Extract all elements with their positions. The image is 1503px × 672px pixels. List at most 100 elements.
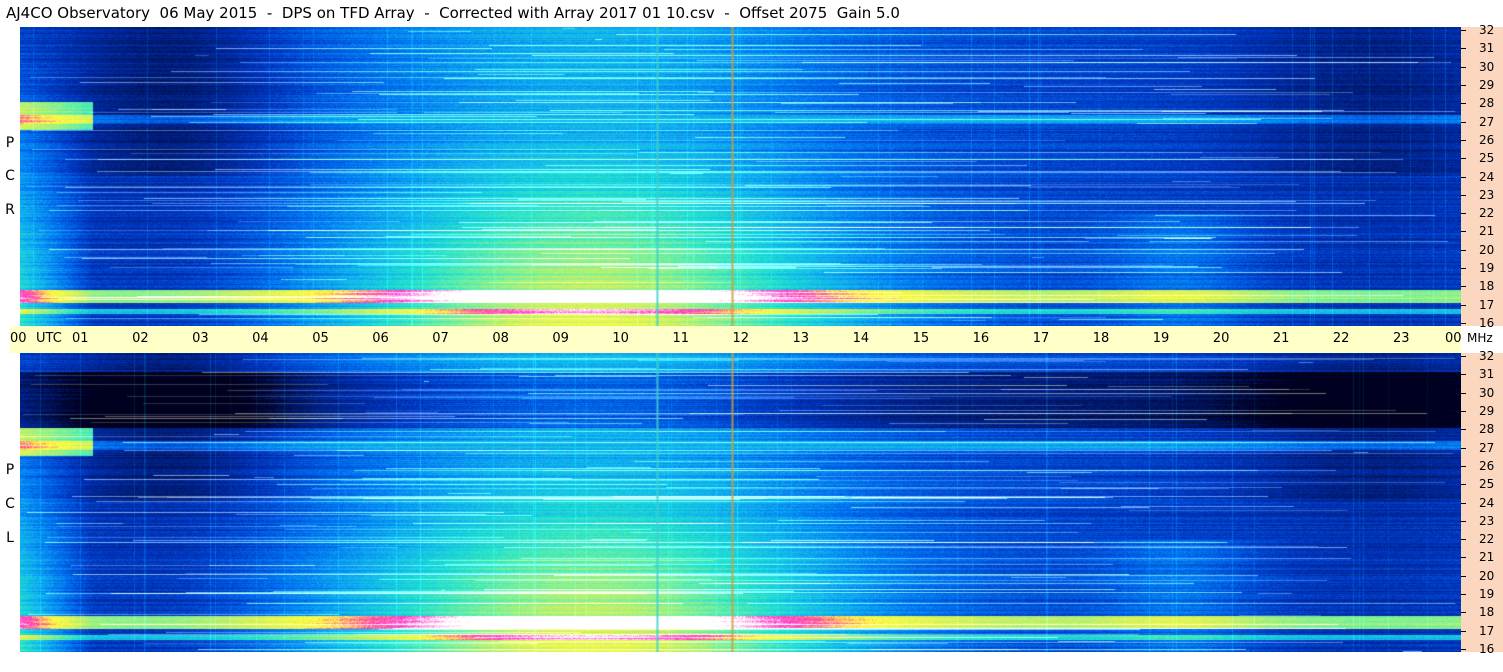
time-tick-label-20: 20 (1212, 331, 1230, 346)
freq-tick-rcp-17 (1461, 304, 1466, 306)
freq-tick-label-lcp-26: 26 (1479, 458, 1495, 473)
freq-tick-label-rcp-31: 31 (1479, 41, 1495, 56)
freq-tick-rcp-29 (1461, 84, 1466, 86)
freq-tick-lcp-30 (1461, 392, 1466, 394)
time-tick-label-1: 01 (72, 331, 89, 346)
freq-tick-label-lcp-23: 23 (1479, 513, 1495, 528)
freq-tick-rcp-26 (1461, 139, 1466, 141)
freq-tick-label-lcp-25: 25 (1479, 477, 1495, 492)
freq-tick-label-rcp-27: 27 (1479, 114, 1495, 129)
panel-label-lcp-c: C (5, 496, 15, 512)
time-tick-label-14: 14 (852, 331, 870, 346)
time-tick-label-17: 17 (1032, 331, 1050, 346)
freq-tick-label-rcp-18: 18 (1479, 279, 1495, 294)
panel-label-rcp-c: C (5, 168, 15, 184)
spectrogram-rcp-canvas (20, 27, 1461, 326)
time-tick-label-10: 10 (612, 331, 629, 346)
freq-tick-rcp-23 (1461, 194, 1466, 196)
freq-tick-label-lcp-28: 28 (1479, 422, 1495, 437)
time-tick-label-8: 08 (492, 331, 509, 346)
spectrogram-lcp-canvas (20, 353, 1461, 652)
freq-tick-rcp-25 (1461, 158, 1466, 160)
freq-tick-label-rcp-32: 32 (1479, 23, 1495, 37)
time-axis: 00 01 02 03 04 05 06 07 08 09 10 11 12 13 14 15 16 17 18 19… (10, 326, 1462, 353)
panel-label-rcp-r: R (5, 202, 15, 218)
freq-tick-rcp-22 (1461, 213, 1466, 215)
freq-tick-lcp-20 (1461, 575, 1466, 577)
panel-label-lcp-l: L (6, 530, 14, 546)
freq-tick-label-lcp-18: 18 (1479, 605, 1495, 620)
freq-tick-rcp-31 (1461, 48, 1466, 50)
time-tick-label-2: 02 (132, 331, 149, 346)
freq-tick-label-lcp-16: 16 (1479, 642, 1495, 656)
freq-tick-label-lcp-19: 19 (1479, 587, 1495, 602)
time-tick-label-18: 18 (1092, 331, 1110, 346)
freq-tick-label-lcp-31: 31 (1479, 367, 1495, 382)
freq-tick-lcp-29 (1461, 410, 1466, 412)
freq-tick-label-rcp-16: 16 (1479, 316, 1495, 330)
time-tick-label-11: 11 (672, 331, 689, 346)
freq-tick-label-lcp-27: 27 (1479, 440, 1495, 455)
freq-tick-lcp-25 (1461, 484, 1466, 486)
time-tick-label-3: 03 (192, 331, 209, 346)
freq-tick-label-rcp-21: 21 (1479, 224, 1495, 239)
time-tick-label-7: 07 (432, 331, 449, 346)
freq-tick-lcp-22 (1461, 539, 1466, 541)
freq-tick-label-lcp-17: 17 (1479, 623, 1495, 638)
freq-tick-rcp-18 (1461, 286, 1466, 288)
time-tick-label-6: 06 (372, 331, 389, 346)
freq-axis-rcp: 16 17 18 19 20 21 22 23 24 25 26 27 28 29 30 31 32 (1461, 23, 1503, 330)
freq-tick-lcp-32 (1461, 356, 1466, 357)
time-tick-label-4: 04 (252, 331, 269, 346)
freq-tick-rcp-30 (1461, 66, 1466, 68)
freq-tick-label-rcp-26: 26 (1479, 132, 1495, 147)
time-tick-label-13: 13 (792, 331, 810, 346)
freq-tick-label-lcp-30: 30 (1479, 385, 1495, 400)
freq-unit-label: MHz (1467, 331, 1493, 345)
freq-tick-lcp-24 (1461, 502, 1466, 504)
time-tick-label-22: 22 (1332, 331, 1350, 346)
freq-tick-lcp-26 (1461, 465, 1466, 467)
freq-tick-label-rcp-25: 25 (1479, 151, 1495, 166)
freq-tick-label-rcp-23: 23 (1479, 187, 1495, 202)
time-tick-label-0: 00 (10, 331, 27, 346)
freq-tick-label-lcp-29: 29 (1479, 403, 1495, 418)
freq-tick-rcp-27 (1461, 121, 1466, 123)
freq-tick-lcp-28 (1461, 429, 1466, 431)
time-tick-label-19: 19 (1152, 331, 1170, 346)
freq-tick-lcp-23 (1461, 520, 1466, 522)
time-tick-label-24: 00 (1445, 331, 1462, 346)
freq-tick-label-lcp-32: 32 (1479, 349, 1495, 363)
freq-tick-label-rcp-30: 30 (1479, 59, 1495, 74)
time-tick-label-16: 16 (972, 331, 990, 346)
freq-tick-label-rcp-24: 24 (1479, 169, 1495, 184)
freq-tick-lcp-31 (1461, 374, 1466, 376)
time-unit-label: UTC (36, 331, 62, 346)
time-tick-label-9: 09 (552, 331, 569, 346)
panel-label-lcp-p: P (5, 462, 15, 478)
time-tick-label-5: 05 (312, 331, 329, 346)
freq-tick-rcp-32 (1461, 30, 1466, 31)
freq-tick-label-rcp-19: 19 (1479, 261, 1495, 276)
spectrogram-rcp (20, 27, 1461, 326)
freq-tick-lcp-18 (1461, 612, 1466, 614)
freq-tick-lcp-16 (1461, 649, 1466, 650)
freq-tick-rcp-28 (1461, 103, 1466, 105)
freq-tick-lcp-17 (1461, 630, 1466, 632)
time-tick-label-23: 23 (1392, 331, 1410, 346)
freq-tick-rcp-16 (1461, 323, 1466, 324)
freq-tick-rcp-21 (1461, 231, 1466, 233)
freq-tick-label-rcp-17: 17 (1479, 297, 1495, 312)
freq-tick-rcp-24 (1461, 176, 1466, 178)
freq-tick-label-lcp-21: 21 (1479, 550, 1495, 565)
panel-label-rcp-p: P (5, 135, 15, 151)
freq-axis-lcp: 16 17 18 19 20 21 22 23 24 25 26 27 28 29 30 31 32 (1461, 349, 1503, 656)
freq-tick-label-rcp-22: 22 (1479, 206, 1495, 221)
freq-tick-lcp-21 (1461, 557, 1466, 559)
freq-tick-label-lcp-22: 22 (1479, 532, 1495, 547)
spectrogram-lcp (20, 353, 1461, 652)
freq-tick-rcp-19 (1461, 268, 1466, 270)
freq-tick-lcp-27 (1461, 447, 1466, 449)
freq-tick-label-lcp-24: 24 (1479, 495, 1495, 510)
freq-tick-label-rcp-29: 29 (1479, 77, 1495, 92)
